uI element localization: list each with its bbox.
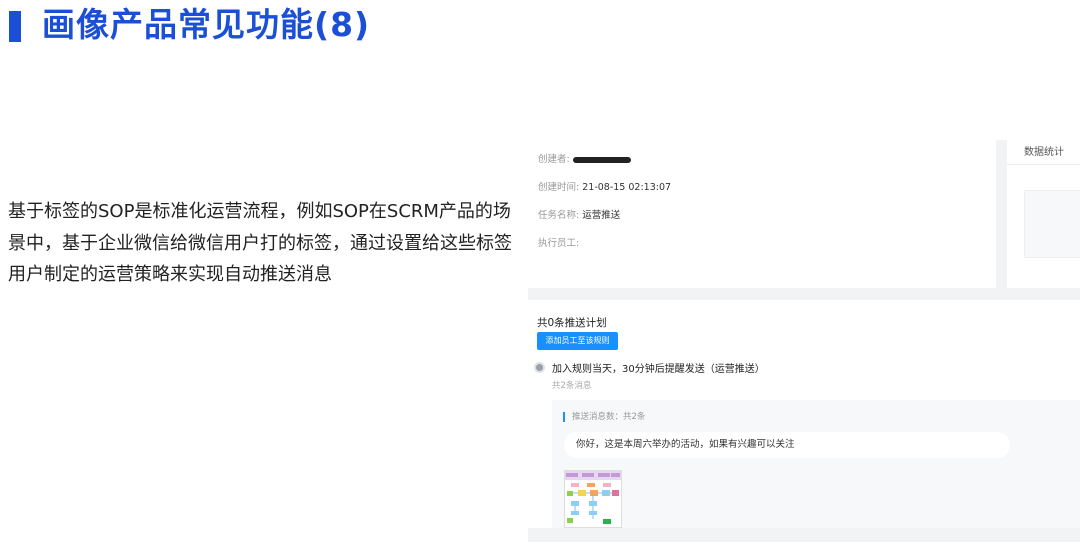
task-info-card: 创建者: 创建时间: 21-08-15 02:13:07 任务名称: 运营推送 …: [528, 140, 996, 288]
task-name-row: 任务名称: 运营推送: [538, 207, 620, 221]
push-message-count: 推送消息数：共2条: [563, 412, 645, 422]
slide-title: 画像产品常见功能(8): [42, 5, 371, 44]
redacted-name: [572, 156, 631, 163]
creator-label: 创建者:: [538, 154, 570, 165]
stats-title: 数据统计: [1024, 147, 1064, 158]
title-accent-bar: [9, 11, 21, 42]
created-time-label: 创建时间:: [538, 182, 580, 193]
created-time-value: 21-08-15 02:13:07: [582, 182, 672, 193]
created-time-row: 创建时间: 21-08-15 02:13:07: [538, 179, 671, 193]
rule-title: 加入规则当天，30分钟后提醒发送（运营推送）: [552, 364, 765, 375]
message-panel: 推送消息数：共2条 你好，这是本周六举办的活动，如果有兴趣可以关注: [552, 400, 1080, 528]
add-employee-button[interactable]: 添加员工至该规则: [537, 332, 618, 350]
timeline-dot-icon: [534, 362, 545, 373]
next-section-strip: [528, 542, 1080, 553]
stats-box: [1024, 190, 1080, 258]
sop-screenshot: 创建者: 创建时间: 21-08-15 02:13:07 任务名称: 运营推送 …: [528, 140, 1080, 553]
flowchart-thumbnail[interactable]: [564, 470, 622, 528]
rule-message-count: 共2条消息: [552, 381, 592, 391]
executor-label: 执行员工:: [538, 238, 580, 249]
task-name-label: 任务名称:: [538, 210, 580, 221]
flowchart-image-icon: [565, 471, 621, 524]
push-plan-card: 共0条推送计划 添加员工至该规则 加入规则当天，30分钟后提醒发送（运营推送） …: [528, 300, 1080, 528]
slide-description: 基于标签的SOP是标准化运营流程，例如SOP在SCRM产品的场景中，基于企业微信…: [8, 201, 512, 285]
stats-divider: [1007, 164, 1080, 165]
plan-count: 共0条推送计划: [537, 317, 607, 329]
message-bubble: 你好，这是本周六举办的活动，如果有兴趣可以关注: [564, 432, 1010, 458]
task-name-value: 运营推送: [582, 210, 621, 221]
stats-card: 数据统计: [1007, 140, 1080, 288]
executor-row: 执行员工:: [538, 235, 579, 249]
creator-row: 创建者:: [538, 151, 631, 165]
